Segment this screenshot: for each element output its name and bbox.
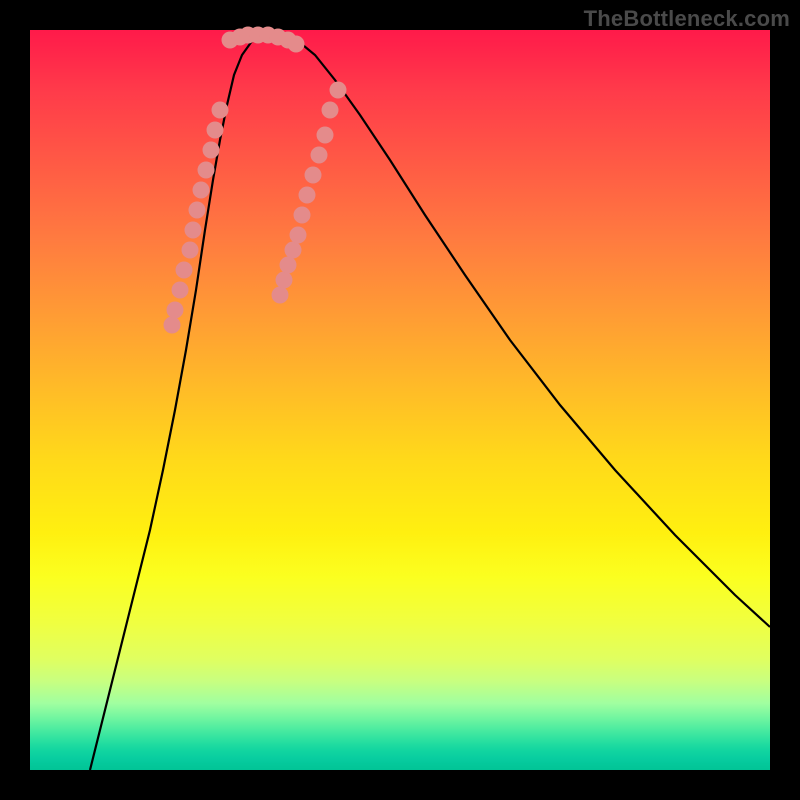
data-marker bbox=[294, 207, 311, 224]
data-marker bbox=[164, 317, 181, 334]
markers-right-branch bbox=[272, 82, 347, 304]
data-marker bbox=[276, 272, 293, 289]
watermark-text: TheBottleneck.com bbox=[584, 6, 790, 32]
data-marker bbox=[212, 102, 229, 119]
data-marker bbox=[198, 162, 215, 179]
chart-svg bbox=[30, 30, 770, 770]
data-marker bbox=[185, 222, 202, 239]
data-marker bbox=[285, 242, 302, 259]
data-marker bbox=[167, 302, 184, 319]
data-marker bbox=[317, 127, 334, 144]
markers-left-branch bbox=[164, 102, 229, 334]
data-marker bbox=[176, 262, 193, 279]
data-marker bbox=[182, 242, 199, 259]
data-marker bbox=[311, 147, 328, 164]
data-marker bbox=[172, 282, 189, 299]
data-marker bbox=[322, 102, 339, 119]
data-marker bbox=[207, 122, 224, 139]
data-marker bbox=[299, 187, 316, 204]
markers-bottom bbox=[222, 27, 305, 53]
data-marker bbox=[189, 202, 206, 219]
data-marker bbox=[305, 167, 322, 184]
data-marker bbox=[280, 257, 297, 274]
data-marker bbox=[288, 36, 305, 53]
data-marker bbox=[203, 142, 220, 159]
bottleneck-curve bbox=[90, 35, 770, 770]
data-marker bbox=[193, 182, 210, 199]
data-marker bbox=[290, 227, 307, 244]
data-marker bbox=[330, 82, 347, 99]
data-marker bbox=[272, 287, 289, 304]
